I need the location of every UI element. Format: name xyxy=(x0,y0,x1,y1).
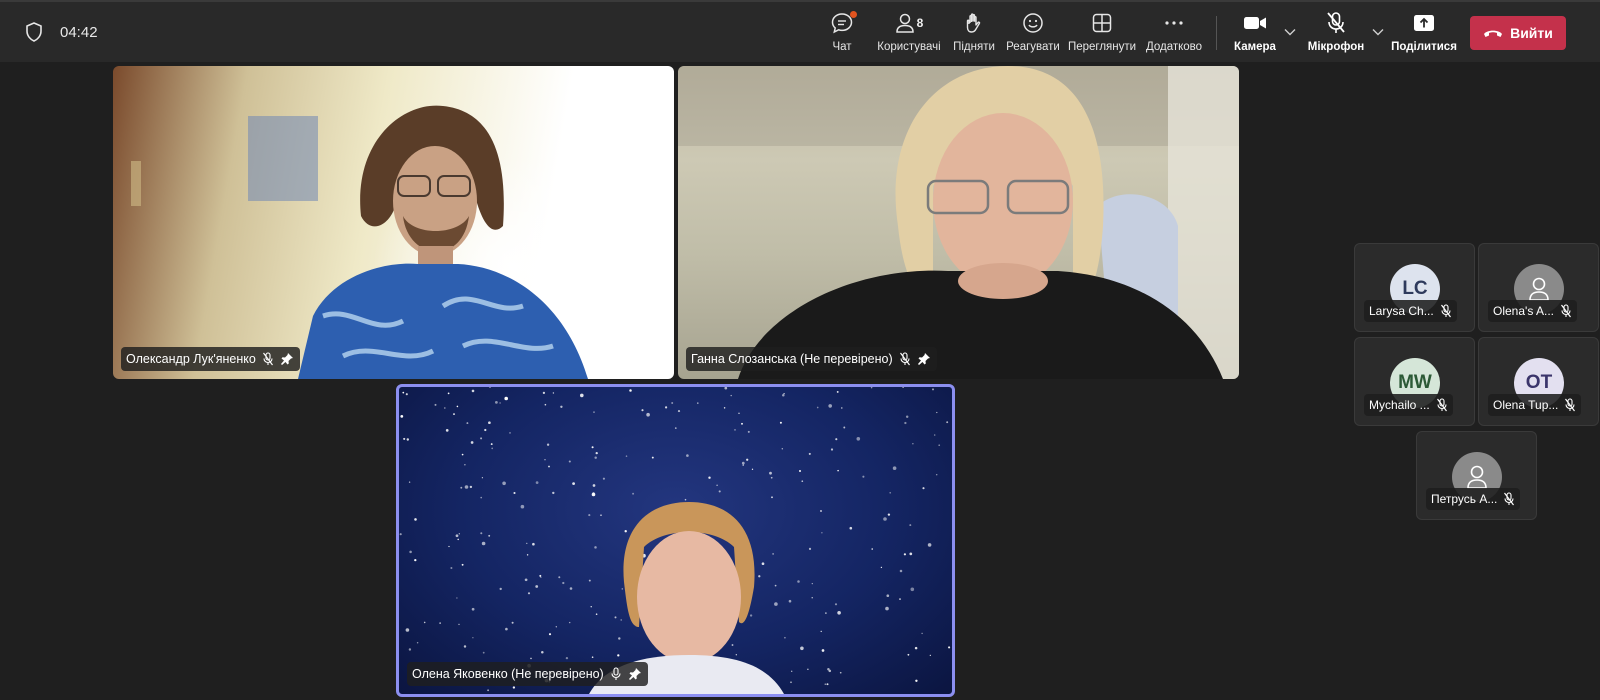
shield-icon[interactable] xyxy=(25,22,43,42)
mic-off-icon xyxy=(1504,492,1515,506)
participant-name: Олександр Лук'яненко xyxy=(126,352,256,366)
participant-name-tag: Olena's A... xyxy=(1488,300,1577,322)
participant-name: Петрусь А... xyxy=(1431,492,1498,506)
participant-name-tag: Mychailo ... xyxy=(1364,394,1453,416)
participant-card[interactable]: Olena's A... xyxy=(1478,243,1599,332)
mic-off-icon xyxy=(1440,304,1451,318)
pin-icon[interactable] xyxy=(280,352,294,366)
mic-off-icon xyxy=(899,352,910,366)
pin-icon[interactable] xyxy=(917,352,931,366)
participant-video xyxy=(131,105,588,379)
video-tile[interactable]: Олександр Лук'яненко xyxy=(113,66,674,379)
camera-icon xyxy=(1244,17,1266,29)
participant-name-tag: Olena Tup... xyxy=(1488,394,1582,416)
chat-button[interactable]: Чат xyxy=(828,10,857,58)
notification-dot xyxy=(850,11,857,18)
people-icon xyxy=(895,13,914,33)
share-label: Поділитися xyxy=(1391,41,1457,53)
participant-video xyxy=(589,502,784,694)
mic-icon xyxy=(611,667,621,680)
react-button[interactable]: Реагувати xyxy=(1006,10,1060,58)
mic-options-chevron-icon[interactable] xyxy=(1372,28,1384,36)
mic-off-icon xyxy=(1561,304,1571,318)
participant-card[interactable]: LC Larysa Ch... xyxy=(1354,243,1475,332)
participant-name-tag: Larysa Ch... xyxy=(1364,300,1457,322)
person-icon xyxy=(1467,465,1487,489)
mic-off-icon xyxy=(1436,398,1447,412)
pin-icon[interactable] xyxy=(628,667,642,681)
participant-card[interactable]: Петрусь А... xyxy=(1416,431,1537,520)
video-tile[interactable]: Ганна Слозанська (Не перевірено) xyxy=(678,66,1239,379)
mic-off-icon xyxy=(1327,12,1345,33)
more-icon xyxy=(1165,21,1183,25)
react-label: Реагувати xyxy=(1006,41,1060,53)
chat-label: Чат xyxy=(832,41,852,53)
participant-name: Ганна Слозанська (Не перевірено) xyxy=(691,352,893,366)
leave-label: Вийти xyxy=(1510,25,1553,41)
hand-icon xyxy=(966,13,981,33)
more-label: Додатково xyxy=(1145,41,1203,53)
share-screen-icon xyxy=(1414,15,1434,31)
toolbar-divider xyxy=(1216,16,1217,50)
mic-label: Мікрофон xyxy=(1307,41,1365,53)
meeting-timer: 04:42 xyxy=(60,24,98,41)
meeting-toolbar: 04:42 Чат 8 Користувачі Підняти Реагуват… xyxy=(0,0,1600,62)
share-button[interactable]: Поділитися xyxy=(1391,10,1457,58)
people-label: Користувачі xyxy=(877,41,941,53)
hang-up-icon xyxy=(1484,30,1503,37)
active-speaker-video-tile[interactable]: Олена Яковенко (Не перевірено) xyxy=(396,384,955,697)
view-button[interactable]: Переглянути xyxy=(1067,10,1137,58)
grid-icon xyxy=(1092,13,1112,33)
participant-name: Олена Яковенко (Не перевірено) xyxy=(412,667,604,681)
leave-button[interactable]: Вийти xyxy=(1470,16,1566,50)
view-label: Переглянути xyxy=(1067,41,1137,53)
participant-name: Larysa Ch... xyxy=(1369,304,1434,318)
participant-card[interactable]: MW Mychailo ... xyxy=(1354,337,1475,426)
participant-name: Olena's A... xyxy=(1493,304,1554,318)
participant-name-tag: Петрусь А... xyxy=(1426,488,1521,510)
camera-options-chevron-icon[interactable] xyxy=(1284,28,1296,36)
people-button[interactable]: 8 Користувачі xyxy=(874,10,944,58)
participant-name-tag: Олена Яковенко (Не перевірено) xyxy=(407,662,648,686)
people-count: 8 xyxy=(916,16,924,30)
mic-button[interactable]: Мікрофон xyxy=(1307,10,1365,58)
raise-label: Підняти xyxy=(953,41,995,53)
participant-name: Mychailo ... xyxy=(1369,398,1430,412)
mic-off-icon xyxy=(1565,398,1576,412)
mic-off-icon xyxy=(262,352,273,366)
raise-hand-button[interactable]: Підняти xyxy=(953,10,995,58)
participant-name: Olena Tup... xyxy=(1493,398,1559,412)
person-icon xyxy=(1529,277,1549,301)
participant-name-tag: Ганна Слозанська (Не перевірено) xyxy=(686,347,937,371)
participant-card[interactable]: OT Olena Tup... xyxy=(1478,337,1599,426)
camera-label: Камера xyxy=(1234,41,1276,53)
participant-video xyxy=(678,66,1239,379)
camera-button[interactable]: Камера xyxy=(1233,10,1277,58)
more-button[interactable]: Додатково xyxy=(1145,10,1203,58)
participant-name-tag: Олександр Лук'яненко xyxy=(121,347,300,371)
smile-icon xyxy=(1023,13,1043,33)
